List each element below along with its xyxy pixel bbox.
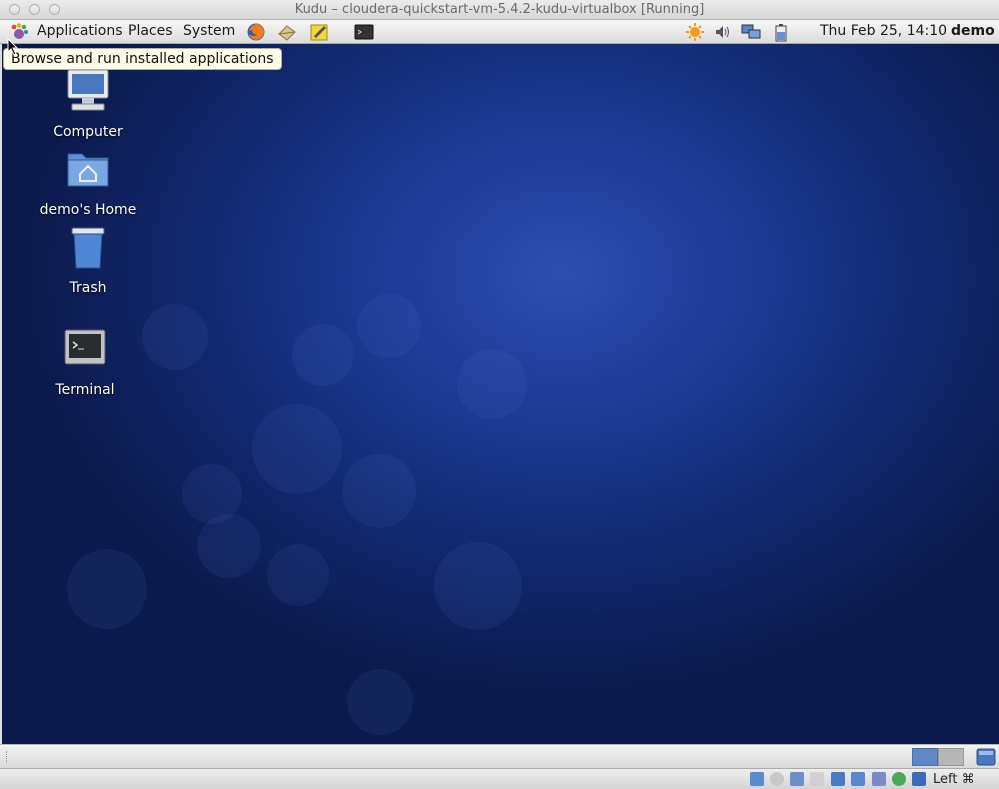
desktop-icon-label: demo's Home [39, 202, 137, 218]
terminal-icon [64, 329, 106, 365]
network-icon[interactable] [741, 22, 761, 42]
workspace-1[interactable] [912, 748, 938, 766]
desktop-icon-label: Terminal [55, 382, 115, 398]
workspace-2[interactable] [938, 748, 964, 766]
volume-icon[interactable] [713, 22, 733, 42]
update-notifier-icon[interactable] [685, 22, 705, 42]
window-titlebar: Kudu – cloudera-quickstart-vm-5.4.2-kudu… [0, 0, 999, 20]
show-desktop-icon[interactable] [976, 748, 996, 766]
desktop-icon-terminal[interactable]: Terminal [35, 326, 135, 398]
window-title: Kudu – cloudera-quickstart-vm-5.4.2-kudu… [294, 2, 705, 17]
mail-icon[interactable] [277, 22, 297, 42]
desktop-icon-home[interactable]: demo's Home [38, 146, 138, 218]
desktop-icon-label: Trash [69, 280, 107, 296]
terminal-icon[interactable] [354, 22, 374, 42]
user-menu[interactable]: demo [951, 23, 995, 39]
optical-drive-icon[interactable] [770, 772, 784, 786]
mouse-integration-icon[interactable] [912, 772, 926, 786]
host-key-label: Left ⌘ [933, 772, 975, 787]
applications-tooltip: Browse and run installed applications [3, 48, 282, 70]
desktop-icon-label: Computer [53, 124, 123, 140]
desktop-icon-computer[interactable]: Computer [38, 68, 138, 140]
computer-icon [67, 69, 109, 111]
panel-handle[interactable] [6, 751, 10, 763]
virtualbox-status-bar: Left ⌘ [0, 768, 999, 789]
desktop-icon-trash[interactable]: Trash [38, 224, 138, 296]
trash-icon [71, 227, 105, 269]
audio-icon[interactable] [790, 772, 804, 786]
clock[interactable]: Thu Feb 25, 14:10 [820, 23, 947, 39]
menu-applications[interactable]: Applications [37, 23, 123, 39]
bottom-panel [0, 744, 999, 768]
top-panel: Applications Places System Thu Feb 25, 1… [0, 20, 999, 44]
hard-disk-icon[interactable] [750, 772, 764, 786]
usb-icon[interactable] [831, 772, 845, 786]
firefox-icon[interactable] [246, 22, 266, 42]
menu-system[interactable]: System [183, 23, 235, 39]
mouse-cursor-icon [7, 38, 19, 56]
desktop[interactable]: Computer demo's Home Trash Terminal [2, 44, 999, 744]
video-capture-icon[interactable] [892, 772, 906, 786]
text-editor-icon[interactable] [309, 22, 329, 42]
menu-places[interactable]: Places [128, 23, 173, 39]
display-icon[interactable] [872, 772, 886, 786]
network-adapter-icon[interactable] [810, 772, 824, 786]
battery-icon[interactable] [771, 22, 791, 42]
home-folder-icon [67, 153, 109, 187]
shared-folders-icon[interactable] [851, 772, 865, 786]
